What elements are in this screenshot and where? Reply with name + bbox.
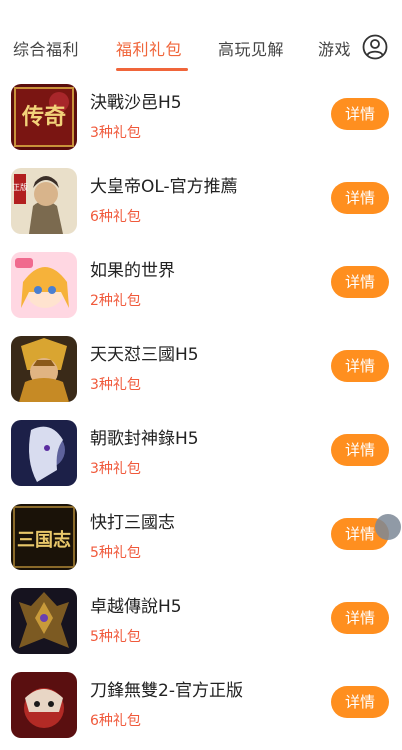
tab-bar: 综合福利 福利礼包 高玩见解 游戏 [0,0,402,78]
gift-count: 3种礼包 [90,461,141,477]
game-name: 大皇帝OL-官方推薦 [90,177,238,197]
gift-count: 5种礼包 [90,545,141,561]
list-item[interactable]: 三国志 快打三國志 5种礼包 详情 [0,498,402,582]
detail-button[interactable]: 详情 [331,686,389,718]
gift-count: 2种礼包 [90,293,141,309]
gift-count: 3种礼包 [90,377,141,393]
detail-button[interactable]: 详情 [331,98,389,130]
gift-count: 6种礼包 [90,713,141,729]
list-item[interactable]: 卓越傳說H5 5种礼包 详情 [0,582,402,666]
tab-general-welfare[interactable]: 综合福利 [13,36,79,60]
game-thumbnail [11,336,77,402]
game-thumbnail [11,252,77,318]
list-item[interactable]: 朝歌封神錄H5 3种礼包 详情 [0,414,402,498]
floating-assistant-button[interactable] [375,514,401,540]
detail-button[interactable]: 详情 [331,602,389,634]
list-item[interactable]: 如果的世界 2种礼包 详情 [0,246,402,330]
detail-button[interactable]: 详情 [331,266,389,298]
detail-button[interactable]: 详情 [331,182,389,214]
user-circle-icon[interactable] [362,34,388,60]
list-item[interactable]: 天天怼三國H5 3种礼包 详情 [0,330,402,414]
game-name: 卓越傳說H5 [90,597,182,617]
game-thumbnail [11,672,77,738]
list-item[interactable]: 刀鋒無雙2-官方正版 6种礼包 详情 [0,666,402,750]
game-name: 決戰沙邑H5 [90,93,182,113]
gift-count: 3种礼包 [90,125,141,141]
gift-count: 6种礼包 [90,209,141,225]
game-thumbnail: 三国志 [11,504,77,570]
game-name: 天天怼三國H5 [90,345,199,365]
tab-gift-packs[interactable]: 福利礼包 [116,36,182,60]
thumbnail-text: 三国志 [17,529,71,551]
game-thumbnail [11,588,77,654]
game-thumbnail: 传奇 [11,84,77,150]
game-name: 如果的世界 [90,261,175,281]
game-name: 快打三國志 [90,513,175,533]
gift-count: 5种礼包 [90,629,141,645]
tab-expert-insights[interactable]: 高玩见解 [218,36,284,60]
game-thumbnail [11,420,77,486]
list-item[interactable]: 传奇 決戰沙邑H5 3种礼包 详情 [0,78,402,162]
tab-games[interactable]: 游戏 [318,36,351,60]
game-name: 朝歌封神錄H5 [90,429,199,449]
game-thumbnail: 正版 [11,168,77,234]
list-item[interactable]: 正版 大皇帝OL-官方推薦 6种礼包 详情 [0,162,402,246]
active-tab-indicator [116,68,188,71]
game-name: 刀鋒無雙2-官方正版 [90,681,243,701]
thumbnail-text: 传奇 [21,104,66,130]
detail-button[interactable]: 详情 [331,350,389,382]
tab-games-clip: 游戏 [318,30,354,62]
detail-button[interactable]: 详情 [331,434,389,466]
thumbnail-text: 正版 [12,182,28,192]
